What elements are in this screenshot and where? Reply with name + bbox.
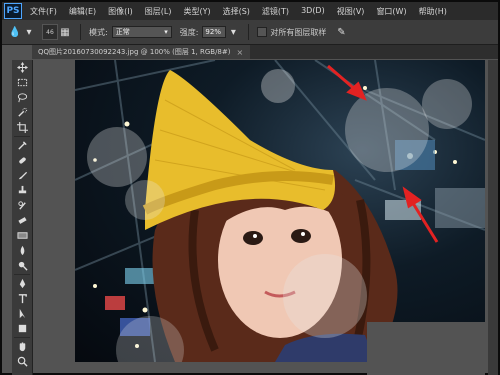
sample-all-layers-checkbox[interactable] <box>257 27 268 37</box>
pen-tool-icon[interactable] <box>12 276 32 291</box>
photoshop-window: PS 文件(F) 编辑(E) 图像(I) 图层(L) 类型(Y) 选择(S) 滤… <box>0 0 500 375</box>
shape-tool-icon[interactable] <box>12 321 32 336</box>
zoom-tool-icon[interactable] <box>12 354 32 369</box>
menu-file[interactable]: 文件(F) <box>30 6 57 17</box>
type-tool-icon[interactable] <box>12 291 32 306</box>
menu-view[interactable]: 视图(V) <box>337 6 365 17</box>
divider <box>248 24 250 40</box>
clone-stamp-tool-icon[interactable] <box>12 183 32 198</box>
menu-window[interactable]: 窗口(W) <box>376 6 406 17</box>
sample-all-layers-label: 对所有图层取样 <box>270 27 327 37</box>
chevron-down-icon[interactable]: ▾ <box>22 25 36 39</box>
document-canvas[interactable] <box>75 60 485 362</box>
strength-label: 强度: <box>179 27 199 37</box>
chevron-down-icon[interactable]: ▾ <box>226 25 240 39</box>
move-tool-icon[interactable] <box>12 60 32 75</box>
path-select-tool-icon[interactable] <box>12 306 32 321</box>
brush-size-preset[interactable]: 46 <box>42 24 58 40</box>
brush-panel-icon[interactable]: ▦ <box>58 25 72 39</box>
dodge-tool-icon[interactable] <box>12 258 32 273</box>
eyedropper-tool-icon[interactable] <box>12 138 32 153</box>
mode-select[interactable]: 正常 ▾ <box>111 26 172 38</box>
mode-label: 模式: <box>89 27 108 37</box>
blur-tool-icon[interactable]: 💧 <box>8 25 22 39</box>
right-panel-strip <box>488 60 498 375</box>
history-brush-tool-icon[interactable] <box>12 198 32 213</box>
menu-select[interactable]: 选择(S) <box>223 6 250 17</box>
menu-3d[interactable]: 3D(D) <box>301 6 325 17</box>
tools-panel <box>12 60 33 375</box>
brush-tool-icon[interactable] <box>12 168 32 183</box>
pressure-brush-icon[interactable]: ✎ <box>334 25 348 39</box>
eraser-tool-icon[interactable] <box>12 213 32 228</box>
chevron-down-icon: ▾ <box>164 28 168 36</box>
menu-help[interactable]: 帮助(H) <box>419 6 447 17</box>
healing-brush-tool-icon[interactable] <box>12 153 32 168</box>
document-tab-bar: QQ图片20160730092243.jpg @ 100% (图层 1, RGB… <box>32 45 498 59</box>
gradient-tool-icon[interactable] <box>12 228 32 243</box>
menu-edit[interactable]: 编辑(E) <box>69 6 96 17</box>
options-bar: 💧 ▾ 46 ▦ 模式: 正常 ▾ 强度: 92% ▾ 对所有图层取样 ✎ <box>2 20 498 45</box>
menu-image[interactable]: 图像(I) <box>108 6 133 17</box>
menu-type[interactable]: 类型(Y) <box>183 6 210 17</box>
workspace-background <box>367 322 485 375</box>
quick-select-tool-icon[interactable] <box>12 105 32 120</box>
marquee-tool-icon[interactable] <box>12 75 32 90</box>
lasso-tool-icon[interactable] <box>12 90 32 105</box>
photo-image <box>75 60 485 362</box>
document-tab[interactable]: QQ图片20160730092243.jpg @ 100% (图层 1, RGB… <box>32 45 250 59</box>
divider <box>14 337 30 338</box>
hand-tool-icon[interactable] <box>12 339 32 354</box>
crop-tool-icon[interactable] <box>12 120 32 135</box>
divider <box>14 136 30 137</box>
document-tab-title: QQ图片20160730092243.jpg @ 100% (图层 1, RGB… <box>38 48 231 56</box>
menu-filter[interactable]: 滤镜(T) <box>262 6 289 17</box>
main-menu: 文件(F) 编辑(E) 图像(I) 图层(L) 类型(Y) 选择(S) 滤镜(T… <box>30 6 459 17</box>
photoshop-logo: PS <box>4 3 22 19</box>
divider <box>14 274 30 275</box>
mode-value: 正常 <box>115 28 130 36</box>
menu-layer[interactable]: 图层(L) <box>145 6 172 17</box>
divider <box>80 24 81 40</box>
strength-input[interactable]: 92% <box>202 26 227 38</box>
close-icon[interactable]: × <box>236 48 243 57</box>
menu-bar: PS 文件(F) 编辑(E) 图像(I) 图层(L) 类型(Y) 选择(S) 滤… <box>2 2 498 20</box>
blur-tool-icon[interactable] <box>12 243 32 258</box>
